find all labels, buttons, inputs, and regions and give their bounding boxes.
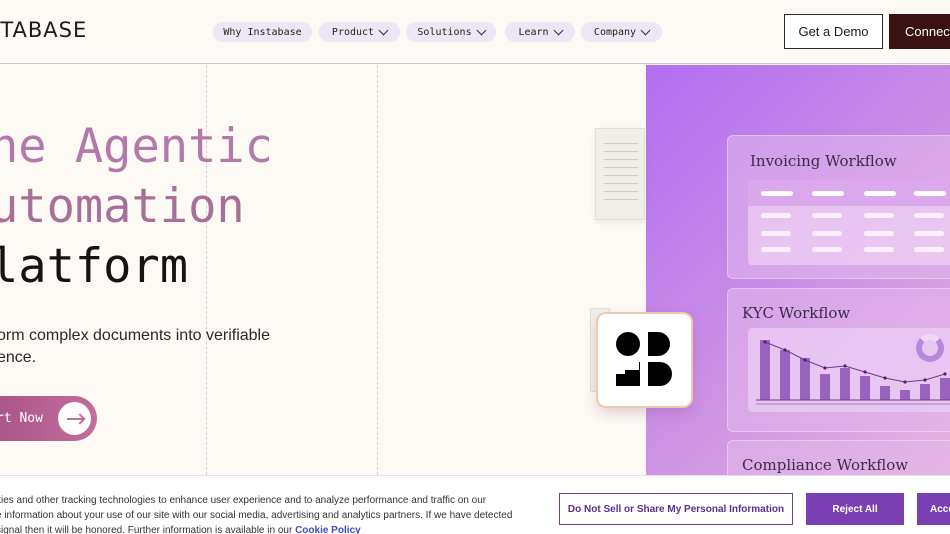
- cookie-text-line-3-content: signal then it will be honored. Further …: [0, 525, 293, 534]
- cookie-policy-link[interactable]: Cookie Policy: [295, 525, 361, 534]
- invoice-table-illustration: [748, 180, 950, 265]
- instabase-logo[interactable]: STABASE: [0, 18, 87, 42]
- cookie-banner-text: kies and other tracking technologies to …: [0, 493, 536, 534]
- chevron-down-icon: [640, 25, 651, 35]
- start-now-button[interactable]: rt Now: [0, 396, 97, 441]
- invoicing-workflow-title: Invoicing Workflow: [750, 152, 897, 170]
- nav-product[interactable]: Product: [319, 22, 400, 42]
- compliance-workflow-title: Compliance Workflow: [742, 456, 909, 474]
- hero-title-line-2: utomation: [0, 179, 245, 234]
- nav-label: Company: [593, 26, 637, 38]
- cookie-text-line-3: signal then it will be honored. Further …: [0, 523, 536, 534]
- nav-label: Product: [331, 26, 375, 38]
- get-a-demo-button[interactable]: Get a Demo: [784, 14, 883, 49]
- hero-title-line-1: he Agentic: [0, 119, 273, 174]
- instabase-logo-card: [598, 314, 691, 406]
- instabase-mark-icon: [615, 332, 672, 387]
- chevron-down-icon: [378, 25, 389, 35]
- do-not-sell-button[interactable]: Do Not Sell or Share My Personal Informa…: [559, 493, 793, 525]
- donut-chart-icon: [916, 334, 944, 362]
- chevron-down-icon: [553, 25, 563, 35]
- kyc-workflow-title: KYC Workflow: [742, 304, 851, 322]
- kyc-chart-illustration: [748, 328, 950, 412]
- chevron-down-icon: [476, 25, 487, 35]
- document-thumbnail: [595, 128, 645, 220]
- arrow-right-icon: [58, 402, 91, 435]
- cookie-banner: kies and other tracking technologies to …: [0, 475, 950, 534]
- reject-all-button[interactable]: Reject All: [806, 493, 904, 525]
- guide-line: [377, 65, 378, 475]
- site-header: STABASE Why Instabase Product Solutions …: [0, 0, 950, 64]
- nav-label: Solutions: [417, 26, 472, 38]
- cookie-text-line-2: e information about your use of our site…: [0, 510, 513, 521]
- nav-label: Why Instabase: [223, 26, 302, 38]
- nav-solutions[interactable]: Solutions: [406, 22, 496, 42]
- accept-button[interactable]: Accept: [917, 493, 950, 525]
- cta-label: rt Now: [0, 411, 43, 426]
- hero-subtitle-line-2: ence.: [0, 349, 37, 366]
- nav-company[interactable]: Company: [581, 22, 662, 42]
- nav-label: Learn: [518, 26, 549, 38]
- connect-button[interactable]: Connect: [889, 14, 950, 49]
- cookie-text-line-1: kies and other tracking technologies to …: [0, 495, 487, 506]
- hero-subtitle: orm complex documents into verifiable en…: [0, 325, 297, 369]
- hero-title-line-3: latform: [0, 239, 189, 294]
- nav-learn[interactable]: Learn: [505, 22, 575, 42]
- hero-subtitle-line-1: orm complex documents into verifiable: [0, 327, 271, 344]
- nav-why-instabase[interactable]: Why Instabase: [213, 22, 312, 42]
